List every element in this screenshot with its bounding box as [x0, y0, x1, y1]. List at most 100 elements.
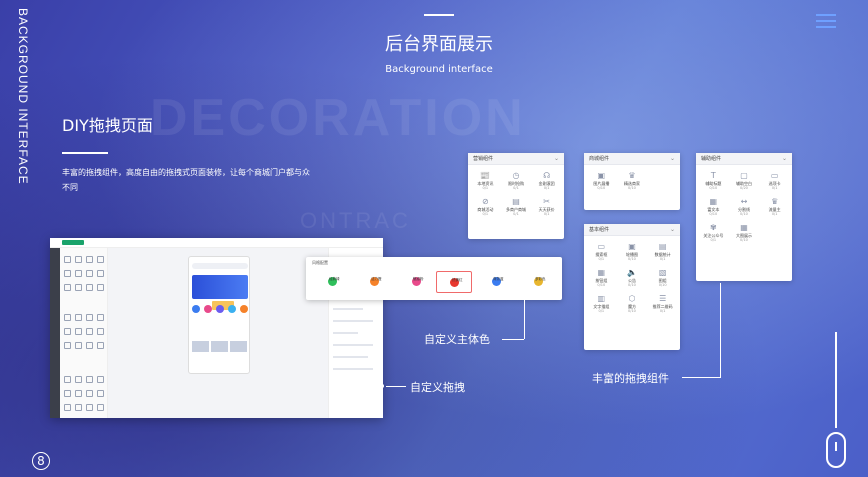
- panel-header[interactable]: 营销组件 ⌄: [468, 153, 564, 165]
- component-item[interactable]: ▤ 数据统计 0/1: [647, 240, 678, 266]
- component-icon: ▥: [597, 294, 606, 303]
- editor-top-button[interactable]: [62, 240, 84, 245]
- component-count: 0/1: [771, 212, 778, 216]
- component-item[interactable]: ▢ 辅助空白 0/20: [729, 169, 760, 195]
- callout-drag: 自定义拖拽: [410, 381, 465, 394]
- component-item[interactable]: ✾ 关注公众号 0/1: [698, 221, 729, 247]
- component-count: 0/10: [658, 283, 667, 287]
- component-item[interactable]: ♛ 精选商家 0/10: [617, 169, 648, 195]
- component-icon: ☰: [659, 294, 667, 303]
- phone-preview[interactable]: [188, 256, 250, 374]
- component-item[interactable]: ◷ 限时抢购 0/1: [501, 169, 532, 195]
- swatch-label: 热情红: [452, 278, 463, 282]
- component-item[interactable]: ▣ 图片展播 0/10: [586, 169, 617, 195]
- component-icon: ▭: [770, 171, 779, 180]
- component-icon: ▣: [628, 242, 636, 251]
- page-number: 8: [32, 452, 50, 470]
- watermark-word-2: ONTRAC: [300, 208, 411, 233]
- mall-components-panel: 商城组件 ⌄ ▣ 图片展播 0/10 ♛ 精选商家 0/10: [584, 153, 680, 210]
- panel-header[interactable]: 商城组件 ⌄: [584, 153, 680, 165]
- component-count: 0/1: [513, 186, 519, 190]
- component-item[interactable]: T 辅助标题 0/10: [698, 169, 729, 195]
- component-count: 0/1: [710, 238, 717, 242]
- component-count: 0/1: [771, 186, 778, 190]
- mini-icon-row: [64, 404, 104, 411]
- component-count: 0/1: [659, 309, 666, 313]
- settings-line: [333, 332, 358, 334]
- section-title: DIY拖拽页面: [62, 116, 153, 135]
- phone-search-bar[interactable]: [192, 263, 248, 269]
- chevron-down-icon[interactable]: ⌄: [554, 153, 559, 165]
- mouse-scroll-icon[interactable]: [826, 432, 846, 468]
- mini-icon-row: [64, 328, 104, 335]
- callout-line: [502, 339, 524, 340]
- component-count: 0/10: [628, 257, 636, 261]
- nav-icon: [216, 305, 224, 313]
- component-item[interactable]: ▭ 搜索框 0/1: [586, 240, 617, 266]
- component-item[interactable]: ▦ 富文本 0/10: [698, 195, 729, 221]
- color-swatch[interactable]: 魅惑粉: [398, 271, 434, 293]
- component-item[interactable]: 🔈 公告 0/10: [617, 266, 648, 292]
- component-item[interactable]: ✂ 天天获价 0/1: [531, 195, 562, 221]
- component-item[interactable]: ▦ 大图展示 0/10: [729, 221, 760, 247]
- component-icon: ♛: [771, 197, 779, 206]
- component-count: 0/1: [513, 212, 519, 216]
- component-item[interactable]: ▦ 按钮组 0/10: [586, 266, 617, 292]
- component-count: 0/1: [543, 186, 550, 190]
- swatch-label: 魅惑粉: [413, 277, 424, 281]
- component-item[interactable]: ▣ 轮播图 0/10: [617, 240, 648, 266]
- panel-header[interactable]: 基本组件 ⌄: [584, 224, 680, 236]
- chevron-down-icon[interactable]: ⌄: [670, 153, 675, 165]
- component-item[interactable]: ▥ 文字描组 0/1: [586, 292, 617, 318]
- swatch-label: 商务蓝: [493, 277, 504, 281]
- nav-icon: [240, 305, 248, 313]
- settings-line: [333, 368, 373, 370]
- mini-icon-row: [64, 314, 104, 321]
- mini-icon-row: [64, 256, 104, 263]
- component-icon: ↔: [740, 197, 748, 206]
- component-count: 0/10: [628, 309, 636, 313]
- component-item[interactable]: ▧ 图组 0/10: [647, 266, 678, 292]
- component-icon: ▣: [597, 171, 606, 180]
- color-swatch[interactable]: 商务蓝: [478, 271, 514, 293]
- component-icon: ▭: [597, 242, 606, 251]
- component-icon: 📰: [480, 171, 491, 180]
- color-swatch[interactable]: 活力橙: [356, 271, 392, 293]
- callout-line: [386, 386, 406, 387]
- component-item[interactable]: ♛ 流量主 0/1: [759, 195, 790, 221]
- nav-icon: [192, 305, 200, 313]
- component-count: 0/10: [628, 283, 636, 287]
- component-item[interactable]: ☊ 金刚滚团 0/1: [531, 169, 562, 195]
- menu-icon[interactable]: [816, 14, 836, 32]
- component-count: 0/1: [598, 257, 605, 261]
- mini-icon-row: [64, 376, 104, 383]
- section-divider: [62, 152, 108, 154]
- component-item[interactable]: ↔ 分割线 0/10: [729, 195, 760, 221]
- callout-components: 丰富的拖拽组件: [592, 372, 669, 385]
- component-item[interactable]: ▭ 选项卡 0/1: [759, 169, 790, 195]
- chevron-down-icon[interactable]: ⌄: [782, 153, 787, 165]
- component-icon: ▢: [740, 171, 748, 180]
- color-swatch[interactable]: 多彩色: [520, 271, 556, 293]
- component-icon: ♛: [628, 171, 636, 180]
- mini-icon-row: [64, 390, 104, 397]
- chevron-down-icon[interactable]: ⌄: [670, 224, 675, 236]
- color-swatch[interactable]: 经典绿: [314, 271, 350, 293]
- nav-icon: [228, 305, 236, 313]
- color-swatch[interactable]: 热情红: [436, 271, 472, 293]
- component-item[interactable]: ☰ 推荐二维码 0/1: [647, 292, 678, 318]
- phone-icon-row: [192, 305, 248, 313]
- component-item[interactable]: ▤ 多商户商城 0/1: [501, 195, 532, 221]
- component-count: 0/10: [597, 283, 606, 287]
- phone-image: [230, 341, 247, 352]
- callout-dot: [380, 384, 384, 388]
- component-item[interactable]: 📰 本地资讯 0/1: [470, 169, 501, 195]
- panel-header[interactable]: 辅助组件 ⌄: [696, 153, 792, 165]
- editor-sidebar: [50, 248, 60, 418]
- component-count: 0/10: [740, 212, 748, 216]
- mini-icon-row: [64, 342, 104, 349]
- title-decor-line: [424, 14, 454, 16]
- callout-line: [524, 300, 525, 339]
- component-item[interactable]: ⬡ 魔方 0/10: [617, 292, 648, 318]
- component-item[interactable]: ⊘ 商城活动 0/1: [470, 195, 501, 221]
